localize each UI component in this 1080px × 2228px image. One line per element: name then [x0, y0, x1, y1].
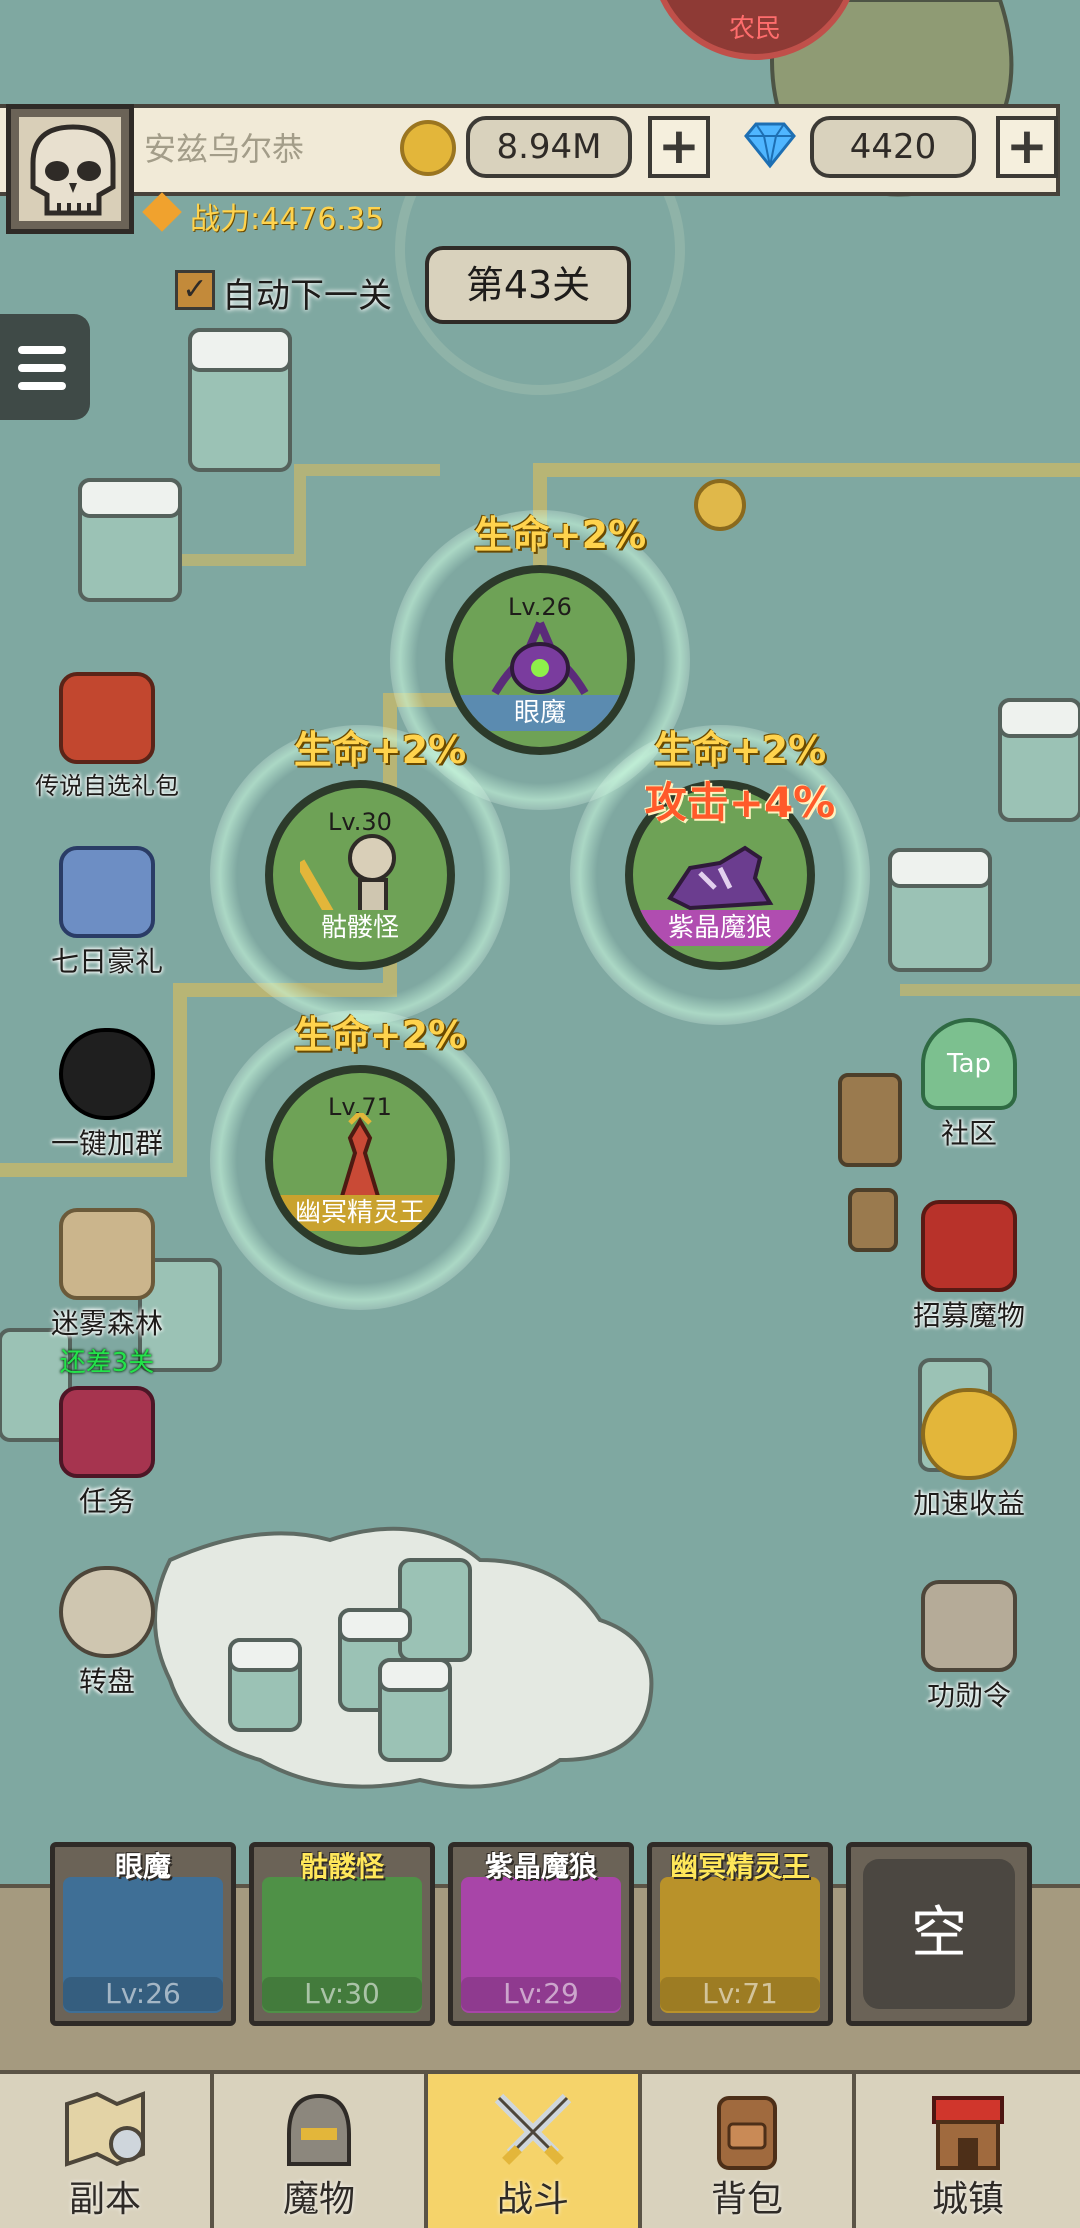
auto-next-checkbox[interactable]: ✓ — [175, 270, 215, 310]
legend-gift-pack-button[interactable]: 传说自选礼包 — [32, 672, 182, 801]
gold-coin-boost-icon — [921, 1388, 1017, 1480]
add-gold-button[interactable]: + — [648, 116, 710, 178]
skull-avatar-icon — [19, 117, 121, 221]
boost-income-button[interactable]: 加速收益 — [894, 1388, 1044, 1522]
merit-order-button[interactable]: 功勋令 — [894, 1580, 1044, 1714]
team-slot-amethyst-wolf[interactable]: 紫晶魔狼 Lv:29 — [448, 1842, 634, 2026]
tab-monsters[interactable]: 魔物 — [214, 2074, 428, 2228]
team-slot-name: 眼魔 — [114, 1850, 171, 1883]
empty-slot-label: 空 — [863, 1859, 1015, 2009]
team-slot-eye-demon[interactable]: 眼魔 Lv:26 — [50, 1842, 236, 2026]
add-gems-button[interactable]: + — [996, 116, 1058, 178]
community-label: 社区 — [940, 1117, 997, 1150]
misty-forest-label: 迷雾森林 — [50, 1307, 163, 1340]
formation-slot-nether-elf-king[interactable]: Lv.71 幽冥精灵王 生命+2% — [210, 1010, 510, 1310]
tab-label: 副本 — [68, 2179, 141, 2220]
formation-slot-skeleton[interactable]: Lv.30 骷髅怪 生命+2% — [210, 725, 510, 1025]
team-slot-empty[interactable]: 空 — [846, 1842, 1032, 2026]
tab-label: 战斗 — [496, 2179, 569, 2220]
seven-day-gift-label: 七日豪礼 — [50, 945, 163, 978]
qq-penguin-icon — [59, 1028, 155, 1120]
tap-badge: Tap — [946, 1049, 991, 1079]
formation-buff: 生命+2% — [653, 728, 827, 772]
monster-name: 幽冥精灵王 — [273, 1195, 447, 1231]
team-slot-level: Lv:29 — [461, 1977, 621, 2011]
lucky-wheel-label: 转盘 — [78, 1665, 135, 1698]
monster-portrait: Lv.30 骷髅怪 — [265, 780, 455, 970]
scroll-map-icon — [59, 1208, 155, 1300]
wheel-icon — [59, 1566, 155, 1658]
misty-forest-button[interactable]: 迷雾森林 还差3关 — [32, 1208, 182, 1379]
community-button[interactable]: Tap 社区 — [894, 1018, 1044, 1152]
tab-label: 魔物 — [282, 2179, 355, 2220]
quest-label: 任务 — [78, 1485, 135, 1518]
team-slot-skeleton[interactable]: 骷髅怪 Lv:30 — [249, 1842, 435, 2026]
recruit-banner-icon — [921, 1200, 1017, 1292]
formation-buff: 生命+2% — [293, 728, 467, 772]
team-slot-nether-elf-king[interactable]: 幽冥精灵王 Lv:71 — [647, 1842, 833, 2026]
team-slot-name: 幽冥精灵王 — [669, 1850, 810, 1883]
player-avatar[interactable] — [6, 104, 134, 234]
team-slot-level: Lv:71 — [660, 1977, 820, 2011]
gem-amount: 4420 — [810, 116, 976, 178]
taptap-icon: Tap — [921, 1018, 1017, 1110]
gold-coin-icon — [400, 120, 456, 176]
team-slot-level: Lv:30 — [262, 1977, 422, 2011]
quest-book-icon — [59, 1386, 155, 1478]
team-slot-name: 骷髅怪 — [299, 1850, 384, 1883]
formation-attack-buff: 攻击+4% — [644, 778, 836, 827]
gold-amount: 8.94M — [466, 116, 632, 178]
merit-order-label: 功勋令 — [926, 1679, 1011, 1712]
monster-portrait: Lv.71 幽冥精灵王 — [265, 1065, 455, 1255]
hamburger-icon — [18, 346, 66, 354]
legend-gift-pack-label: 传说自选礼包 — [35, 772, 179, 800]
diamond-icon — [744, 122, 796, 169]
monster-name: 骷髅怪 — [273, 910, 447, 946]
recruit-monster-label: 招募魔物 — [912, 1299, 1025, 1332]
boost-income-label: 加速收益 — [912, 1487, 1025, 1520]
town-shop-icon — [932, 2096, 1004, 2170]
seven-day-gift-button[interactable]: 七日豪礼 — [32, 846, 182, 980]
crossed-swords-icon — [494, 2093, 572, 2165]
combat-power: 战力:4476.35 — [190, 202, 385, 237]
lucky-wheel-button[interactable]: 转盘 — [32, 1566, 182, 1700]
misty-forest-remaining: 还差3关 — [59, 1348, 155, 1378]
auto-next-label: 自动下一关 — [222, 276, 392, 316]
merit-helmet-icon — [921, 1580, 1017, 1672]
tab-backpack[interactable]: 背包 — [642, 2074, 856, 2228]
tab-label: 城镇 — [931, 2179, 1004, 2220]
quest-button[interactable]: 任务 — [32, 1386, 182, 1520]
main-menu-button[interactable] — [0, 314, 90, 420]
monster-name: 紫晶魔狼 — [633, 910, 807, 946]
formation-buff: 生命+2% — [293, 1013, 467, 1057]
tab-battle[interactable]: 战斗 — [428, 2074, 642, 2228]
tab-dungeon[interactable]: 副本 — [0, 2074, 214, 2228]
rank-label: 农民 — [728, 14, 781, 44]
team-slot-name: 紫晶魔狼 — [484, 1850, 597, 1883]
join-group-label: 一键加群 — [50, 1127, 163, 1160]
team-slot-level: Lv:26 — [63, 1977, 223, 2011]
monster-helmet-icon — [287, 2093, 351, 2166]
recruit-monster-button[interactable]: 招募魔物 — [894, 1200, 1044, 1334]
map-compass-icon — [65, 2091, 145, 2167]
formation-buff: 生命+2% — [473, 513, 647, 557]
knight-helmet-icon — [59, 846, 155, 938]
tab-town[interactable]: 城镇 — [856, 2074, 1080, 2228]
backpack-icon — [717, 2096, 777, 2170]
treasure-chest-icon — [59, 672, 155, 764]
join-group-button[interactable]: 一键加群 — [32, 1028, 182, 1162]
player-name: 安兹乌尔恭 — [144, 130, 305, 168]
current-stage-button[interactable]: 第43关 — [425, 246, 631, 324]
formation-slot-amethyst-wolf[interactable]: 紫晶魔狼 生命+2% 攻击+4% — [570, 725, 870, 1025]
tab-label: 背包 — [710, 2179, 783, 2220]
